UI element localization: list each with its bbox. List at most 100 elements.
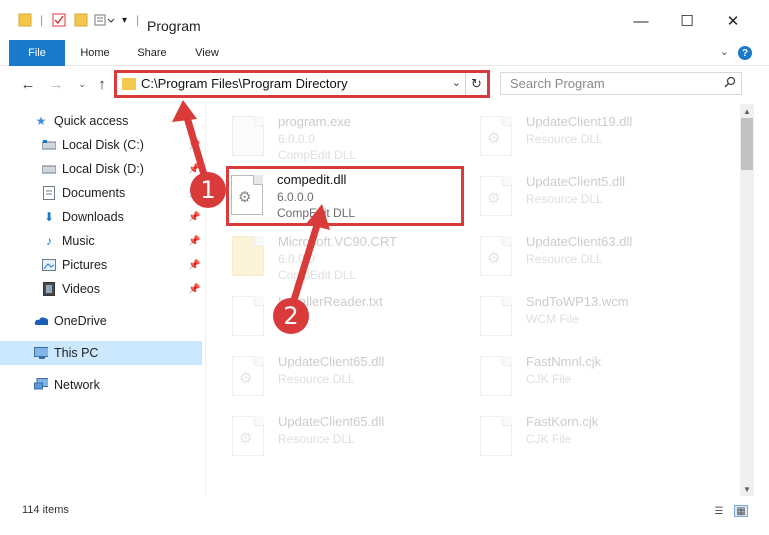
tab-home[interactable]: Home xyxy=(74,40,116,66)
file-item-updateclient65[interactable]: ⚙ UpdateClient65.dll Resource DLL xyxy=(206,348,446,406)
file-name: UpdateClient63.dll xyxy=(526,234,633,249)
file-type: Resource DLL xyxy=(526,192,603,206)
file-version: 6.0.0.0 xyxy=(277,190,314,204)
search-input[interactable]: Search Program xyxy=(510,76,605,91)
search-box[interactable]: Search Program xyxy=(500,72,742,95)
pictures-icon xyxy=(42,258,56,272)
refresh-button[interactable]: ↻ xyxy=(465,73,487,95)
up-button[interactable]: ↑ xyxy=(92,74,112,94)
details-view-icon[interactable]: ☰ xyxy=(712,505,726,517)
drive-icon xyxy=(42,138,56,152)
file-item-fastnmnl[interactable]: FastNmnl.cjk CJK File xyxy=(454,348,694,406)
file-name: compedit.dll xyxy=(277,172,347,187)
file-item-sndtowp13[interactable]: SndToWP13.wcm WCM File xyxy=(454,288,694,346)
pin-icon[interactable]: 📌 xyxy=(188,260,200,271)
text-file-icon xyxy=(232,296,264,336)
scroll-up-arrow-icon[interactable]: ▲ xyxy=(740,104,754,118)
gear-icon: ⚙ xyxy=(238,189,252,206)
separator: | xyxy=(136,13,140,27)
sidebar-item-downloads[interactable]: ⬇ Downloads 📌 xyxy=(0,205,202,229)
vertical-scrollbar[interactable]: ▲ ▼ xyxy=(740,104,754,496)
customize-quick-access-icon[interactable] xyxy=(94,10,116,30)
file-name: program.exe xyxy=(278,114,351,129)
sidebar-item-documents[interactable]: Documents 📌 xyxy=(0,181,202,205)
search-icon[interactable] xyxy=(724,76,736,91)
dll-file-icon: ⚙ xyxy=(480,236,512,276)
file-type: Resource DLL xyxy=(278,432,355,446)
sidebar-item-onedrive[interactable]: OneDrive xyxy=(0,309,202,333)
pin-icon[interactable]: 📌 xyxy=(188,140,200,151)
quick-access-dropdown-icon[interactable]: ▾ xyxy=(122,10,127,30)
highlighted-file-compedit-dll[interactable]: ⚙ compedit.dll 6.0.0.0 CompEdit DLL xyxy=(226,166,464,226)
file-name: SndToWP13.wcm xyxy=(526,294,629,309)
address-path[interactable]: C:\Program Files\Program Directory xyxy=(141,76,348,91)
file-type: Resource DLL xyxy=(278,372,355,386)
sidebar-item-videos[interactable]: Videos 📌 xyxy=(0,277,202,301)
address-bar[interactable]: C:\Program Files\Program Directory ⌄ ↻ xyxy=(114,70,490,98)
file-item-updateclient65-b[interactable]: ⚙ UpdateClient65.dll Resource DLL xyxy=(206,408,446,466)
file-item-updateclient19[interactable]: ⚙ UpdateClient19.dll Resource DLL xyxy=(454,108,694,166)
expand-ribbon-icon[interactable]: ⌄ xyxy=(720,45,729,58)
sidebar-item-quick-access[interactable]: ★ Quick access xyxy=(0,109,202,133)
close-button[interactable]: ✕ xyxy=(710,8,756,34)
gear-icon: ⚙ xyxy=(239,430,253,447)
file-item-fastkorn[interactable]: FastKorn.cjk CJK File xyxy=(454,408,694,466)
pin-icon[interactable]: 📌 xyxy=(188,236,200,247)
tab-file[interactable]: File xyxy=(9,40,65,66)
file-name: UpdateClient65.dll xyxy=(278,414,385,429)
window-title: Program xyxy=(147,18,201,34)
scroll-down-arrow-icon[interactable]: ▼ xyxy=(740,482,754,496)
wcm-file-icon xyxy=(480,296,512,336)
file-item-installer-reader[interactable]: InstallerReader.txt xyxy=(206,288,446,346)
step-1-badge: 1 xyxy=(190,172,226,208)
file-item-microsoft-vc90-crt[interactable]: Microsoft.VC90.CRT 6.0.0.0 CompEdit DLL xyxy=(206,228,446,286)
file-description: CompEdit DLL xyxy=(278,268,357,282)
dll-file-icon: ⚙ xyxy=(232,356,264,396)
navigation-pane: ★ Quick access Local Disk (C:) 📌 Local D… xyxy=(0,104,205,496)
file-type: WCM File xyxy=(526,312,579,326)
status-bar: 114 items ☰ ▦ xyxy=(0,500,769,522)
file-item-updateclient63[interactable]: ⚙ UpdateClient63.dll Resource DLL xyxy=(454,228,694,286)
ribbon-tabs: File Home Share View ⌄ ? xyxy=(0,40,769,66)
pin-icon[interactable]: 📌 xyxy=(188,212,200,223)
gear-icon: ⚙ xyxy=(487,130,501,147)
sidebar-item-this-pc[interactable]: This PC xyxy=(0,341,202,365)
exe-file-icon xyxy=(232,116,264,156)
folder-icon xyxy=(232,236,264,276)
maximize-button[interactable]: ☐ xyxy=(664,8,710,34)
recent-locations-icon[interactable]: ⌄ xyxy=(72,74,92,94)
tiles-view-icon[interactable]: ▦ xyxy=(734,505,748,517)
pin-icon[interactable]: 📌 xyxy=(188,284,200,295)
pin-icon[interactable]: 📌 xyxy=(188,164,200,175)
sidebar-item-pictures[interactable]: Pictures 📌 xyxy=(0,253,202,277)
computer-icon xyxy=(34,346,48,360)
item-count: 114 items xyxy=(22,504,69,516)
file-name: UpdateClient65.dll xyxy=(278,354,385,369)
network-icon xyxy=(34,378,48,392)
file-type: CJK File xyxy=(526,432,572,446)
help-icon[interactable]: ? xyxy=(738,46,752,60)
forward-button[interactable]: → xyxy=(46,74,66,94)
music-icon: ♪ xyxy=(46,234,52,248)
tab-share[interactable]: Share xyxy=(130,40,174,66)
cjk-file-icon xyxy=(480,356,512,396)
properties-icon[interactable] xyxy=(52,10,66,30)
address-dropdown-icon[interactable]: ⌄ xyxy=(452,76,461,89)
minimize-button[interactable]: — xyxy=(618,8,664,34)
gear-icon: ⚙ xyxy=(239,370,253,387)
gear-icon: ⚙ xyxy=(487,250,501,267)
sidebar-item-network[interactable]: Network xyxy=(0,373,202,397)
drive-icon xyxy=(42,162,56,176)
sidebar-item-music[interactable]: ♪ Music 📌 xyxy=(0,229,202,253)
tab-view[interactable]: View xyxy=(188,40,226,66)
sidebar-item-local-disk-c[interactable]: Local Disk (C:) 📌 xyxy=(0,133,202,157)
new-folder-icon[interactable] xyxy=(74,10,88,30)
file-name: UpdateClient5.dll xyxy=(526,174,626,189)
dll-file-icon: ⚙ xyxy=(232,416,264,456)
back-button[interactable]: ← xyxy=(18,74,38,94)
scroll-thumb[interactable] xyxy=(741,118,753,170)
file-item-updateclient5[interactable]: ⚙ UpdateClient5.dll Resource DLL xyxy=(454,168,694,226)
sidebar-item-local-disk-d[interactable]: Local Disk (D:) 📌 xyxy=(0,157,202,181)
file-item-program-exe[interactable]: program.exe 6.0.0.0 CompEdit DLL xyxy=(206,108,446,166)
file-type: CJK File xyxy=(526,372,572,386)
